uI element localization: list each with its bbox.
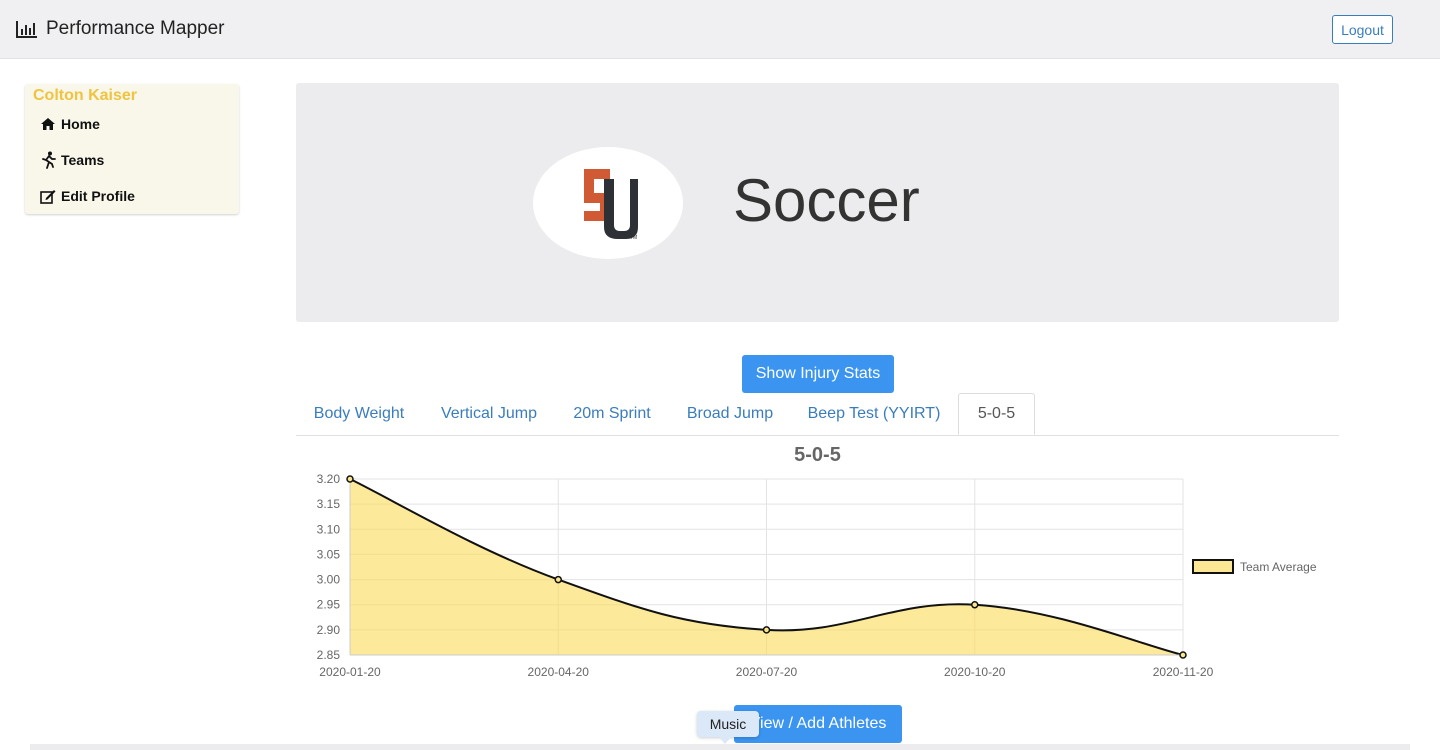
chart-legend[interactable]: Team Average bbox=[1192, 559, 1317, 574]
x-tick-label: 2020-11-20 bbox=[1153, 665, 1214, 679]
svg-text:TM: TM bbox=[630, 235, 637, 241]
bottom-panel-edge bbox=[30, 744, 1410, 750]
tab-body-weight[interactable]: Body Weight bbox=[306, 393, 412, 435]
x-tick-label: 2020-04-20 bbox=[528, 665, 590, 679]
y-tick-label: 3.10 bbox=[317, 522, 341, 536]
dock-tooltip: Music bbox=[697, 711, 759, 737]
tab-20m-sprint[interactable]: 20m Sprint bbox=[567, 393, 657, 435]
tab-vertical-jump[interactable]: Vertical Jump bbox=[434, 393, 544, 435]
y-tick-label: 3.20 bbox=[317, 472, 341, 486]
y-tick-label: 3.00 bbox=[317, 573, 341, 587]
logout-button[interactable]: Logout bbox=[1332, 15, 1393, 44]
bar-chart-icon bbox=[16, 20, 38, 38]
x-tick-label: 2020-10-20 bbox=[944, 665, 1006, 679]
sidebar-item-edit-profile[interactable]: Edit Profile bbox=[40, 188, 135, 204]
data-point bbox=[554, 575, 562, 584]
sidebar-item-label: Edit Profile bbox=[61, 188, 135, 204]
data-point bbox=[346, 475, 354, 483]
home-icon bbox=[40, 117, 56, 131]
y-tick-label: 2.95 bbox=[317, 598, 341, 612]
sidebar-item-teams[interactable]: Teams bbox=[40, 151, 104, 169]
y-tick-label: 3.15 bbox=[317, 497, 341, 511]
brand[interactable]: Performance Mapper bbox=[16, 18, 224, 40]
running-icon bbox=[40, 151, 56, 169]
sidebar-item-home[interactable]: Home bbox=[40, 116, 100, 132]
performance-chart: 3.20 3.15 3.10 3.05 3.00 2.95 2.90 2.85 2020-01-… bbox=[317, 472, 1214, 679]
x-tick-label: 2020-01-20 bbox=[319, 665, 381, 679]
tab-5-0-5[interactable]: 5-0-5 bbox=[958, 393, 1035, 435]
stat-tabs: Body Weight Vertical Jump 20m Sprint Bro… bbox=[296, 393, 1339, 436]
data-point bbox=[971, 600, 979, 609]
data-point bbox=[762, 626, 771, 634]
sidebar-user-name: Colton Kaiser bbox=[33, 87, 138, 104]
y-tick-label: 3.05 bbox=[317, 547, 341, 561]
legend-label: Team Average bbox=[1240, 559, 1317, 574]
team-name: Soccer bbox=[733, 167, 920, 234]
y-tick-label: 2.85 bbox=[317, 648, 341, 662]
data-point bbox=[1179, 651, 1187, 659]
team-hero-panel: TM Soccer bbox=[296, 83, 1339, 322]
team-logo: TM bbox=[533, 147, 683, 259]
y-tick-label: 2.90 bbox=[317, 623, 341, 637]
sidebar-item-label: Home bbox=[61, 116, 100, 132]
tab-broad-jump[interactable]: Broad Jump bbox=[681, 393, 779, 435]
view-add-athletes-button[interactable]: View / Add Athletes bbox=[734, 705, 902, 743]
dock-tooltip-tail bbox=[718, 736, 732, 744]
legend-swatch bbox=[1192, 559, 1234, 574]
edit-icon bbox=[40, 189, 56, 204]
x-tick-label: 2020-07-20 bbox=[736, 665, 798, 679]
app-title: Performance Mapper bbox=[46, 18, 225, 39]
tab-beep-test[interactable]: Beep Test (YYIRT) bbox=[803, 393, 945, 435]
sidebar: Colton Kaiser Home Teams Edit Profile bbox=[25, 84, 239, 214]
sidebar-item-label: Teams bbox=[61, 152, 105, 168]
show-injury-stats-button[interactable]: Show Injury Stats bbox=[742, 355, 894, 393]
top-navbar: Performance Mapper Logout bbox=[0, 0, 1440, 59]
chart-title: 5-0-5 bbox=[794, 444, 841, 466]
